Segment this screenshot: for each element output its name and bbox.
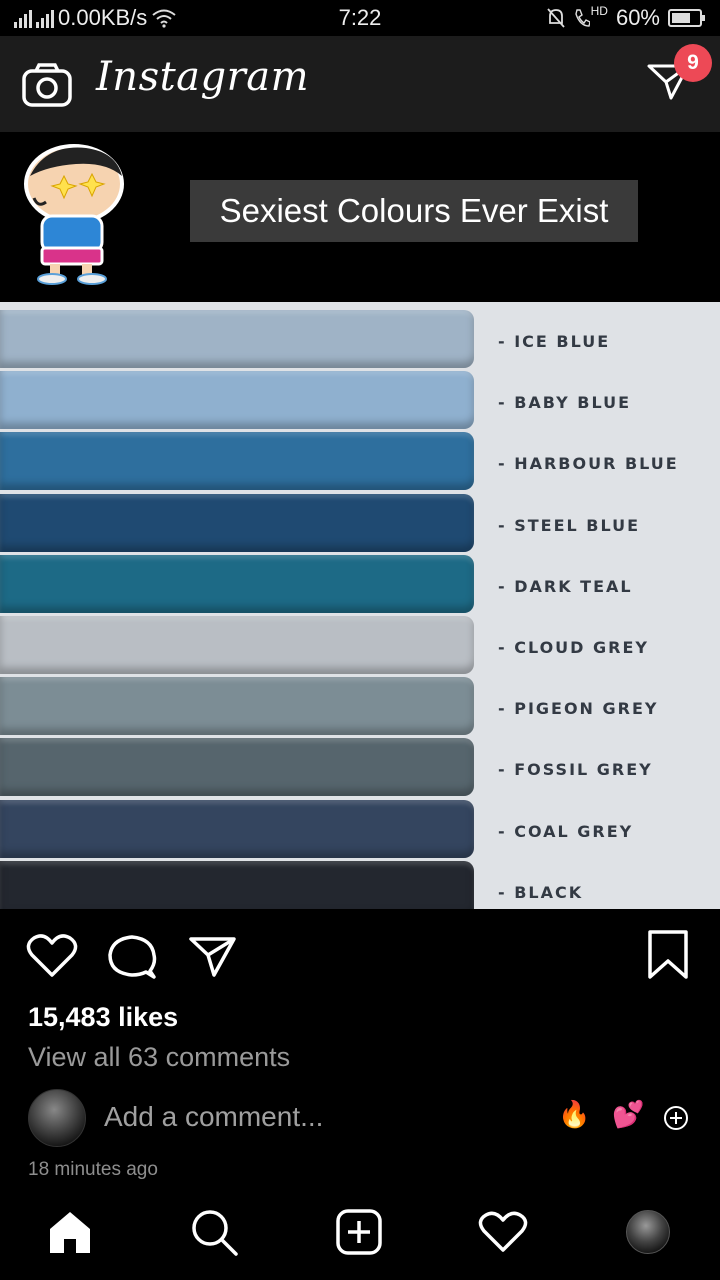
nav-profile[interactable] <box>620 1204 676 1260</box>
nav-home[interactable] <box>42 1204 98 1260</box>
top-bar: Instagram 9 <box>0 36 720 132</box>
swatch-label: - DARK TEAL <box>498 576 633 596</box>
nav-search[interactable] <box>186 1204 242 1260</box>
nav-new-post[interactable] <box>331 1204 387 1260</box>
fabric-swatches: - ICE BLUE - BABY BLUE - HARBOUR BLUE - STE… <box>0 302 720 909</box>
hd-call-icon: HD <box>574 4 608 28</box>
camera-icon[interactable] <box>22 63 72 107</box>
likes-count[interactable]: 15,483 likes <box>28 1002 178 1033</box>
view-comments-link[interactable]: View all 63 comments <box>28 1042 290 1073</box>
swatch-label: - COAL GREY <box>498 821 634 841</box>
hd-label: HD <box>590 4 608 18</box>
comment-row: Add a comment... 🔥 💕 <box>0 1089 720 1151</box>
fabric-swatch <box>0 493 474 552</box>
activity-heart-icon <box>478 1211 528 1252</box>
nav-activity[interactable] <box>475 1204 531 1260</box>
swatch-label: - ICE BLUE <box>498 332 611 351</box>
swatch-label: - CLOUD GREY <box>498 638 649 657</box>
home-icon <box>50 1212 90 1253</box>
swatch-label: - PIGEON GREY <box>498 699 659 719</box>
fabric-swatch <box>0 799 474 858</box>
user-avatar <box>28 1089 86 1147</box>
battery-text: 60% <box>615 5 660 30</box>
like-heart-icon[interactable] <box>26 933 78 979</box>
post-timestamp: 18 minutes ago <box>28 1159 158 1180</box>
fabric-swatch <box>0 432 474 491</box>
profile-avatar <box>626 1210 670 1254</box>
instagram-logo: Instagram <box>96 54 310 100</box>
hearts-emoji-button[interactable]: 💕 <box>612 1099 644 1130</box>
status-right: HD 60% <box>546 4 706 31</box>
comment-icon[interactable] <box>106 933 158 981</box>
swatch-label: - BLACK <box>498 882 584 902</box>
swatch-label: - BABY BLUE <box>498 393 632 413</box>
bottom-nav <box>0 1192 720 1280</box>
mute-bell-icon <box>546 8 565 28</box>
post-banner: Sexiest Colours Ever Exist <box>0 132 720 302</box>
search-icon <box>192 1210 238 1256</box>
fabric-swatch <box>0 554 474 613</box>
dm-badge: 9 <box>674 44 712 82</box>
fabric-swatch <box>0 371 474 430</box>
swatch-label: - FOSSIL GREY <box>498 760 653 780</box>
new-post-icon <box>336 1209 382 1255</box>
post-image[interactable]: Sexiest Colours Ever Exist - ICE BLUE - B… <box>0 132 720 909</box>
add-emoji-icon[interactable] <box>663 1105 689 1131</box>
share-icon[interactable] <box>188 933 238 979</box>
fire-emoji-button[interactable]: 🔥 <box>558 1099 590 1130</box>
fabric-swatch <box>0 310 474 368</box>
battery-icon <box>668 9 705 27</box>
cartoon-character-sticker <box>24 144 124 285</box>
fabric-swatch <box>0 677 474 736</box>
fabric-swatch <box>0 616 474 674</box>
fabric-swatch <box>0 738 474 797</box>
add-comment-input[interactable]: Add a comment... <box>104 1101 323 1133</box>
fabric-swatch <box>0 860 474 909</box>
overlay-caption: Sexiest Colours Ever Exist <box>190 180 638 242</box>
bookmark-icon[interactable] <box>646 929 690 981</box>
swatch-label: - HARBOUR BLUE <box>498 454 679 474</box>
swatch-label: - STEEL BLUE <box>498 515 641 535</box>
status-bar: 0.00KB/s 7:22 HD 60% <box>0 0 720 36</box>
